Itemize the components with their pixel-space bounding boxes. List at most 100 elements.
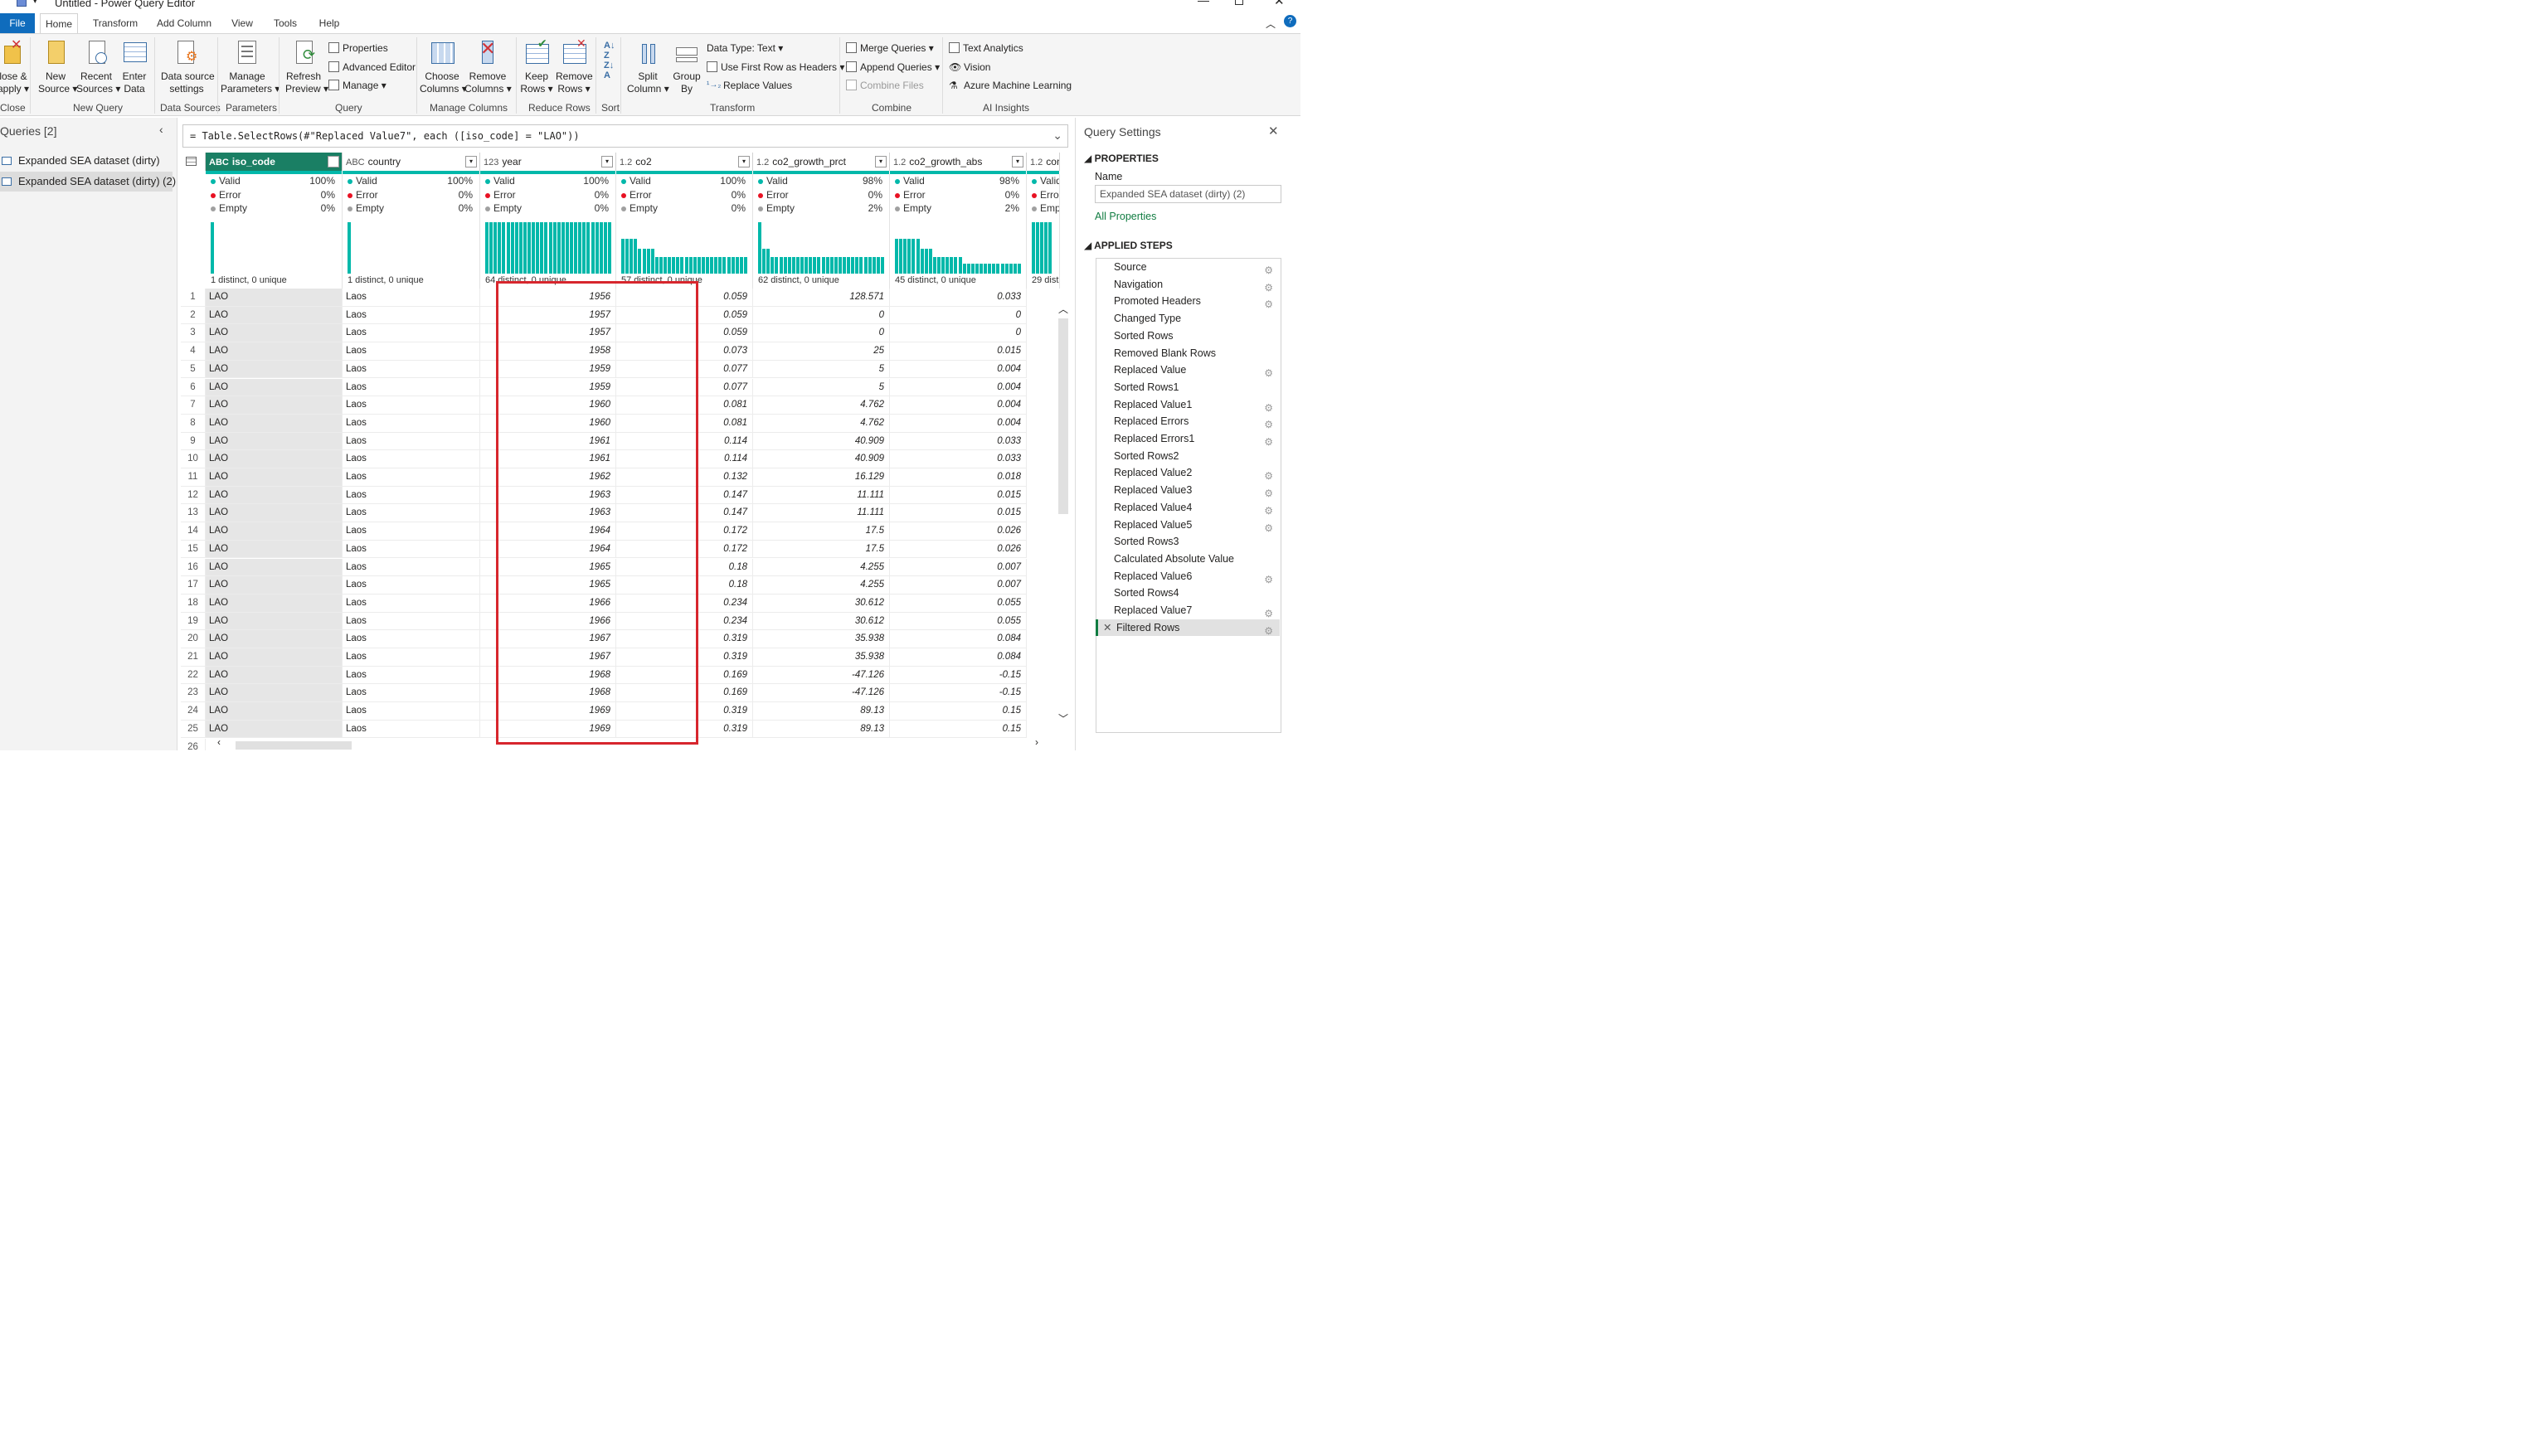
table-cell[interactable]: Laos	[343, 504, 480, 523]
applied-step[interactable]: Replaced Errors1 ⚙	[1096, 430, 1280, 448]
table-cell[interactable]: 0.015	[890, 342, 1027, 361]
table-cell[interactable]: 1963	[480, 486, 616, 505]
table-cell[interactable]: 11.111	[753, 504, 890, 523]
table-cell[interactable]: Laos	[343, 432, 480, 451]
table-cell[interactable]: 0.114	[616, 432, 753, 451]
column-dropdown-icon[interactable]: ▾	[601, 156, 613, 167]
table-cell[interactable]: 0.084	[890, 648, 1027, 667]
row-number[interactable]: 16	[181, 558, 206, 577]
row-number[interactable]: 14	[181, 522, 206, 541]
table-cell[interactable]: 1968	[480, 684, 616, 703]
table-cell[interactable]: Laos	[343, 666, 480, 685]
row-number[interactable]: 15	[181, 540, 206, 559]
applied-step[interactable]: Replaced Value1 ⚙	[1096, 396, 1280, 414]
table-cell[interactable]: Laos	[343, 306, 480, 325]
filter-icon[interactable]: ⏷	[328, 156, 339, 167]
replace-values-button[interactable]: ¹→₂ Replace Values	[707, 78, 792, 93]
applied-step[interactable]: Changed Type	[1096, 310, 1280, 328]
table-cell[interactable]: 5	[753, 360, 890, 379]
table-cell[interactable]: 0.147	[616, 504, 753, 523]
row-number[interactable]: 2	[181, 306, 206, 325]
table-cell[interactable]: 89.13	[753, 702, 890, 721]
advanced-editor-button[interactable]: Advanced Editor	[328, 60, 416, 75]
table-cell[interactable]: Laos	[343, 558, 480, 577]
table-cell[interactable]: LAO	[206, 306, 343, 325]
table-cell[interactable]: LAO	[206, 289, 343, 307]
row-number[interactable]: 13	[181, 504, 206, 523]
collapse-queries-icon[interactable]: ‹	[159, 123, 163, 136]
tab-view[interactable]: View	[226, 13, 259, 33]
table-cell[interactable]: 1967	[480, 630, 616, 648]
row-number[interactable]: 4	[181, 342, 206, 361]
manage-button[interactable]: Manage ▾	[328, 78, 386, 93]
applied-step[interactable]: Replaced Value2 ⚙	[1096, 464, 1280, 482]
table-cell[interactable]: 5	[753, 378, 890, 397]
table-cell[interactable]: Laos	[343, 576, 480, 595]
table-cell[interactable]: 1969	[480, 702, 616, 721]
column-header-co2_growth_prct[interactable]: 1.2 co2_growth_prct ▾	[753, 153, 890, 171]
table-cell[interactable]: 0.234	[616, 594, 753, 613]
table-cell[interactable]: LAO	[206, 396, 343, 415]
merge-queries-button[interactable]: Merge Queries ▾	[846, 41, 934, 56]
remove-columns-button[interactable]: ✕ Remove Columns ▾	[464, 39, 512, 95]
properties-button[interactable]: Properties	[328, 41, 388, 56]
table-cell[interactable]: 1964	[480, 540, 616, 559]
applied-step[interactable]: ✕ Filtered Rows ⚙	[1096, 619, 1280, 637]
table-cell[interactable]: 4.255	[753, 558, 890, 577]
table-cell[interactable]: LAO	[206, 360, 343, 379]
column-dropdown-icon[interactable]: ▾	[875, 156, 887, 167]
vision-button[interactable]: 👁 Vision	[949, 60, 990, 75]
row-number[interactable]: 11	[181, 468, 206, 487]
table-cell[interactable]: -0.15	[890, 666, 1027, 685]
column-type-icon[interactable]: 1.2	[620, 158, 632, 167]
table-cell[interactable]: 0.033	[890, 432, 1027, 451]
combine-files-button[interactable]: Combine Files	[846, 78, 924, 93]
table-cell[interactable]: Laos	[343, 289, 480, 307]
table-cell[interactable]: 1957	[480, 306, 616, 325]
row-number[interactable]: 22	[181, 666, 206, 685]
table-cell[interactable]: 0.033	[890, 450, 1027, 468]
table-cell[interactable]: 0.081	[616, 414, 753, 433]
choose-columns-button[interactable]: Choose Columns ▾	[420, 39, 467, 95]
quick-access-dropdown-icon[interactable]: ▾	[33, 0, 37, 6]
applied-step[interactable]: Sorted Rows3	[1096, 533, 1280, 551]
table-cell[interactable]: 0.319	[616, 630, 753, 648]
keep-rows-button[interactable]: ✔ Keep Rows ▾	[519, 37, 554, 95]
table-cell[interactable]: 1960	[480, 414, 616, 433]
table-cell[interactable]: 30.612	[753, 612, 890, 631]
table-cell[interactable]: 0.18	[616, 558, 753, 577]
table-cell[interactable]: LAO	[206, 414, 343, 433]
table-cell[interactable]: 0.077	[616, 360, 753, 379]
row-number[interactable]: 6	[181, 378, 206, 397]
table-cell[interactable]: 0.132	[616, 468, 753, 487]
sort-descending-icon[interactable]: Z↓ A	[604, 61, 614, 80]
table-cell[interactable]: 1959	[480, 378, 616, 397]
formula-bar[interactable]: = Table.SelectRows(#"Replaced Value7", e…	[182, 124, 1068, 148]
data-source-settings-button[interactable]: ⚙ Data source settings	[161, 39, 215, 95]
table-cell[interactable]: LAO	[206, 612, 343, 631]
table-cell[interactable]: LAO	[206, 630, 343, 648]
table-cell[interactable]: 0.18	[616, 576, 753, 595]
table-cell[interactable]: 4.255	[753, 576, 890, 595]
table-cell[interactable]: 0.073	[616, 342, 753, 361]
query-item-selected[interactable]: Expanded SEA dataset (dirty) (2)	[0, 172, 176, 192]
table-cell[interactable]: 0.319	[616, 720, 753, 739]
table-cell[interactable]: 4.762	[753, 414, 890, 433]
table-cell[interactable]: 0.172	[616, 540, 753, 559]
row-number[interactable]: 21	[181, 648, 206, 667]
table-cell[interactable]: Laos	[343, 414, 480, 433]
table-cell[interactable]: 0.169	[616, 684, 753, 703]
table-cell[interactable]: 0.004	[890, 360, 1027, 379]
table-cell[interactable]: -47.126	[753, 666, 890, 685]
table-cell[interactable]: 1962	[480, 468, 616, 487]
table-cell[interactable]: LAO	[206, 378, 343, 397]
table-cell[interactable]: 11.111	[753, 486, 890, 505]
table-cell[interactable]: LAO	[206, 720, 343, 739]
table-cell[interactable]: 0.114	[616, 450, 753, 468]
table-cell[interactable]: Laos	[343, 720, 480, 739]
table-cell[interactable]: 0.055	[890, 612, 1027, 631]
table-cell[interactable]: 0.319	[616, 648, 753, 667]
formula-text[interactable]: = Table.SelectRows(#"Replaced Value7", e…	[190, 130, 580, 142]
table-menu-icon[interactable]	[181, 153, 206, 171]
tab-help[interactable]: Help	[312, 13, 347, 33]
